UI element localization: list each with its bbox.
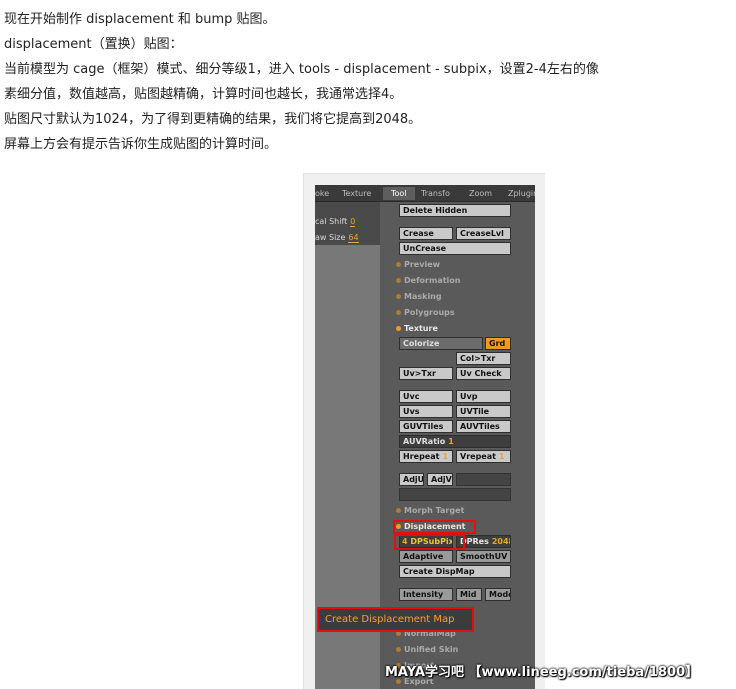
auvratio-slider[interactable]: AUVRatio 1 [399,435,511,448]
preview-label: Preview [404,260,441,269]
hrepeat-label: Hrepeat [403,452,440,461]
bullet-icon [396,508,401,513]
auvtiles-button[interactable]: AUVTiles [456,420,511,433]
adju-button[interactable]: AdjU [399,473,424,486]
article-line-5: 贴图尺寸默认为1024，为了得到更精确的结果，我们将它提高到2048。 [4,112,422,127]
draw-size-field[interactable]: aw Size 64 [315,233,359,243]
polygroups-label: Polygroups [404,308,455,317]
zbrush-screenshot: oke Texture Tool Transfo Zoom Zplugin ca… [315,185,535,689]
adjv-button[interactable]: AdjV [427,473,453,486]
bullet-icon [396,310,401,315]
intensity-slider[interactable]: Intensity [399,588,453,601]
delete-hidden-button[interactable]: Delete Hidden [399,204,511,217]
morph-target-section[interactable]: Morph Target [396,506,464,515]
menu-tab-stroke[interactable]: oke [315,189,329,198]
grd-button[interactable]: Grd [485,337,511,350]
mid-slider[interactable]: Mid [456,588,482,601]
vrepeat-label: Vrepeat [460,452,496,461]
local-shift-label: cal Shift [315,217,348,226]
uvc-button[interactable]: Uvc [399,390,453,403]
colorize-button[interactable]: Colorize [399,337,483,350]
uvs-button[interactable]: Uvs [399,405,453,418]
texture-label: Texture [404,324,438,333]
smoothuv-button[interactable]: SmoothUV [456,550,511,563]
auvratio-label: AUVRatio [403,437,446,446]
draw-size-label: aw Size [315,233,346,242]
watermark: MAYA学习吧 【www.lineeg.com/tieba/1800】 [385,665,699,680]
menu-tab-transform[interactable]: Transfo [421,189,450,198]
uv-check-button[interactable]: Uv Check [456,367,511,380]
menu-tab-zplugin[interactable]: Zplugin [508,189,535,198]
local-shift-field[interactable]: cal Shift 0 [315,217,356,227]
auvratio-value: 1 [448,437,454,446]
uvp-button[interactable]: Uvp [456,390,511,403]
article-line-2: displacement（置换）贴图： [4,37,183,52]
local-shift-value: 0 [350,217,356,227]
empty-slot [456,473,511,486]
masking-section[interactable]: Masking [396,292,442,301]
morph-target-label: Morph Target [404,506,465,515]
masking-label: Masking [404,292,442,301]
menu-tab-zoom[interactable]: Zoom [469,189,492,198]
bullet-icon [396,278,401,283]
create-displacement-map-tooltip: Create Displacement Map [317,607,474,632]
deformation-label: Deformation [404,276,461,285]
draw-size-value: 64 [348,233,359,243]
article-line-4: 素细分值，数值越高，贴图越精确，计算时间也越长，我通常选择4。 [4,87,403,102]
deformation-section[interactable]: Deformation [396,276,460,285]
article-line-3: 当前模型为 cage（框架）模式、细分等级1，进入 tools - displa… [4,62,599,77]
empty-slot [399,488,511,501]
texture-section[interactable]: Texture [396,324,438,333]
vrepeat-slider[interactable]: Vrepeat 1 [456,450,511,463]
bullet-icon [396,326,401,331]
menu-tab-tool[interactable]: Tool [383,187,415,200]
screenshot-frame: oke Texture Tool Transfo Zoom Zplugin ca… [303,173,545,689]
polygroups-section[interactable]: Polygroups [396,308,455,317]
preview-section[interactable]: Preview [396,260,440,269]
creaselvl-button[interactable]: CreaseLvl [456,227,511,240]
bullet-icon [396,294,401,299]
guvtiles-button[interactable]: GUVTiles [399,420,453,433]
mode-button[interactable]: Mode [485,588,511,601]
uvtile-button[interactable]: UVTile [456,405,511,418]
dpsubpix-highlight [394,534,465,550]
article-line-6: 屏幕上方会有提示告诉你生成贴图的计算时间。 [4,137,278,152]
adaptive-button[interactable]: Adaptive [399,550,453,563]
vrepeat-value: 1 [498,452,505,461]
menu-tab-texture[interactable]: Texture [342,189,371,198]
uncrease-button[interactable]: UnCrease [399,242,511,255]
create-dispmap-button[interactable]: Create DispMap [399,565,511,578]
bullet-icon [396,647,401,652]
dpres-value: 2048 [491,537,510,546]
hrepeat-slider[interactable]: Hrepeat 1 [399,450,453,463]
uv-txr-button[interactable]: Uv>Txr [399,367,453,380]
displacement-highlight [393,520,476,534]
menu-bar: oke Texture Tool Transfo Zoom Zplugin [315,185,535,202]
unified-skin-section[interactable]: Unified Skin [396,645,458,654]
crease-button[interactable]: Crease [399,227,453,240]
col-txr-button[interactable]: Col>Txr [456,352,511,365]
hrepeat-value: 1 [442,452,449,461]
unified-skin-label: Unified Skin [404,645,459,654]
article-line-1: 现在开始制作 displacement 和 bump 贴图。 [4,12,276,27]
bullet-icon [396,262,401,267]
